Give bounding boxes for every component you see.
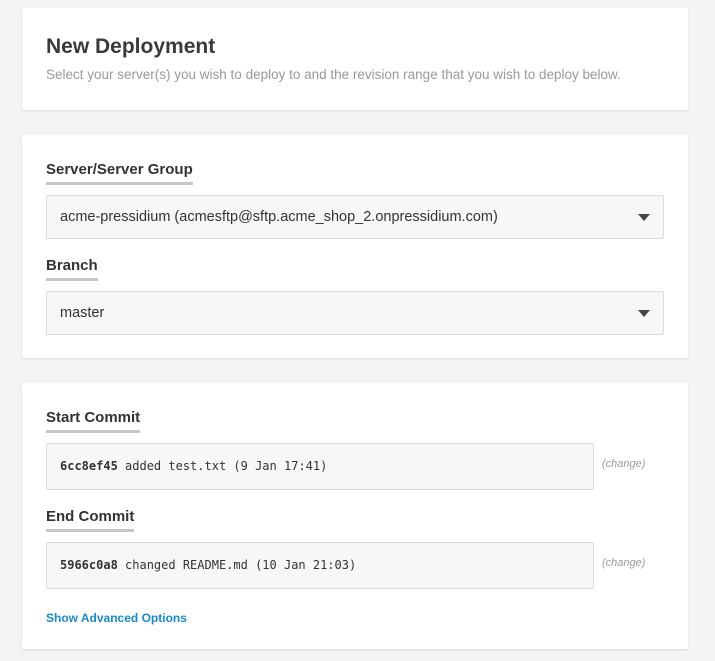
show-advanced-options-link[interactable]: Show Advanced Options xyxy=(46,611,187,625)
start-commit-message: added test.txt (9 Jan 17:41) xyxy=(117,459,328,473)
start-commit-label: Start Commit xyxy=(46,408,141,433)
branch-select[interactable]: master xyxy=(46,291,664,335)
server-group-select[interactable]: acme-pressidium (acmesftp@sftp.acme_shop… xyxy=(46,195,664,239)
branch-label: Branch xyxy=(46,256,98,281)
start-commit-change-link[interactable]: (change) xyxy=(602,458,645,470)
branch-value: master xyxy=(60,305,105,321)
header-card: New Deployment Select your server(s) you… xyxy=(22,8,688,110)
end-commit-sha: 5966c0a8 xyxy=(60,558,118,572)
start-commit-field: 6cc8ef45 added test.txt (9 Jan 17:41) xyxy=(46,443,594,490)
caret-down-icon xyxy=(638,310,650,317)
end-commit-change-link[interactable]: (change) xyxy=(602,557,645,569)
commit-range-card: Start Commit 6cc8ef45 added test.txt (9 … xyxy=(22,383,688,649)
page-title: New Deployment xyxy=(46,35,216,58)
caret-down-icon xyxy=(638,214,650,221)
page-subtitle: Select your server(s) you wish to deploy… xyxy=(46,67,621,82)
server-group-value: acme-pressidium (acmesftp@sftp.acme_shop… xyxy=(60,209,498,225)
server-branch-card: Server/Server Group acme-pressidium (acm… xyxy=(22,135,688,358)
start-commit-sha: 6cc8ef45 xyxy=(60,459,118,473)
end-commit-field: 5966c0a8 changed README.md (10 Jan 21:03… xyxy=(46,542,594,589)
end-commit-message: changed README.md (10 Jan 21:03) xyxy=(117,558,357,572)
end-commit-label: End Commit xyxy=(46,507,135,532)
server-group-label: Server/Server Group xyxy=(46,160,193,185)
